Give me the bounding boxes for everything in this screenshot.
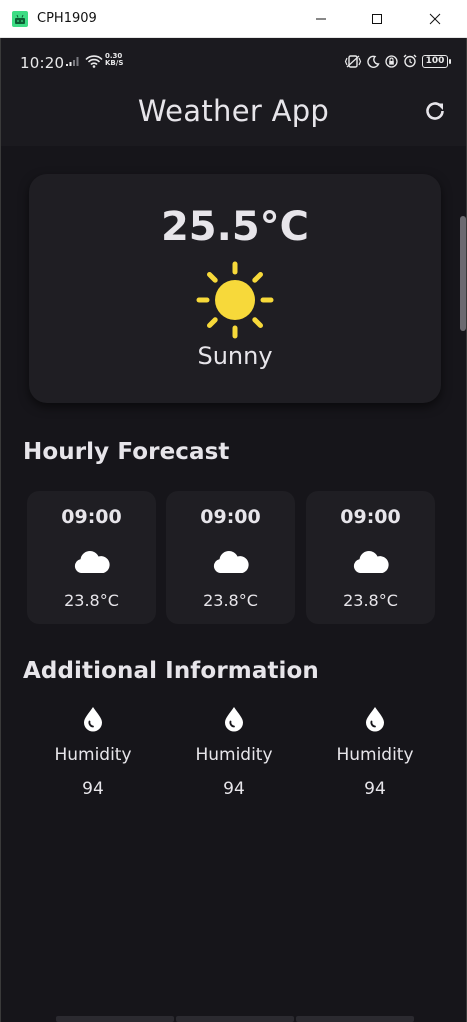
minimize-icon (316, 18, 326, 20)
hourly-time: 09:00 (61, 506, 122, 528)
alarm-icon (403, 54, 417, 68)
cellular-signal-icon (66, 57, 79, 66)
refresh-button[interactable] (421, 97, 449, 125)
refresh-icon (426, 102, 444, 120)
moon-icon (367, 55, 380, 68)
status-bar: 10:20 0.30 KB/S 100 (1, 38, 466, 86)
status-time: 10:20 (20, 54, 65, 72)
window-title: CPH1909 (37, 11, 97, 26)
phone-screen: 10:20 0.30 KB/S 100 Weather App 25.5°C S… (1, 38, 466, 1022)
hourly-forecast-title: Hourly Forecast (23, 439, 230, 465)
close-icon (429, 13, 441, 25)
info-label: Humidity (54, 745, 132, 765)
hourly-forecast-card[interactable]: 09:00 23.8°C (306, 491, 435, 624)
lock-icon (385, 54, 398, 68)
nav-hint-segment (296, 1016, 414, 1022)
nav-hint-segment (56, 1016, 174, 1022)
additional-info-title: Additional Information (23, 658, 319, 684)
battery-indicator: 100 (422, 54, 451, 68)
maximize-button[interactable] (354, 0, 400, 38)
humidity-item: Humidity 94 (23, 706, 163, 806)
info-value: 94 (223, 779, 245, 799)
app-bar: Weather App (1, 86, 466, 146)
hourly-time: 09:00 (200, 506, 261, 528)
cloud-icon (353, 551, 389, 573)
close-button[interactable] (412, 0, 458, 38)
info-value: 94 (364, 779, 386, 799)
cloud-icon (213, 551, 249, 573)
network-speed-unit: KB/S (105, 59, 124, 67)
scrollbar[interactable] (460, 216, 466, 331)
water-drop-icon (84, 707, 102, 732)
app-title: Weather App (137, 94, 330, 128)
current-weather-card: 25.5°C Sunny (29, 174, 441, 403)
current-temperature: 25.5°C (160, 204, 310, 250)
vibrate-icon (344, 54, 362, 68)
network-speed: 0.30 KB/S (105, 53, 123, 67)
hourly-time: 09:00 (340, 506, 401, 528)
window-titlebar: CPH1909 (0, 0, 467, 38)
minimize-button[interactable] (298, 0, 344, 38)
hourly-forecast-card[interactable]: 09:00 23.8°C (27, 491, 156, 624)
water-drop-icon (225, 707, 243, 732)
humidity-item: Humidity 94 (164, 706, 304, 806)
info-label: Humidity (336, 745, 414, 765)
info-label: Humidity (195, 745, 273, 765)
hourly-temperature: 23.8°C (64, 591, 119, 610)
water-drop-icon (366, 707, 384, 732)
info-value: 94 (82, 779, 104, 799)
cloud-icon (74, 551, 110, 573)
hourly-temperature: 23.8°C (203, 591, 258, 610)
android-app-icon (12, 11, 28, 27)
nav-hint-segment (176, 1016, 294, 1022)
sun-icon (196, 261, 274, 339)
hourly-forecast-card[interactable]: 09:00 23.8°C (166, 491, 295, 624)
navigation-bar-hint (56, 1016, 414, 1022)
maximize-icon (372, 14, 382, 24)
wifi-icon (85, 55, 103, 68)
hourly-temperature: 23.8°C (343, 591, 398, 610)
humidity-item: Humidity 94 (305, 706, 445, 806)
status-right-icons: 100 (344, 54, 451, 68)
current-condition: Sunny (197, 342, 273, 370)
